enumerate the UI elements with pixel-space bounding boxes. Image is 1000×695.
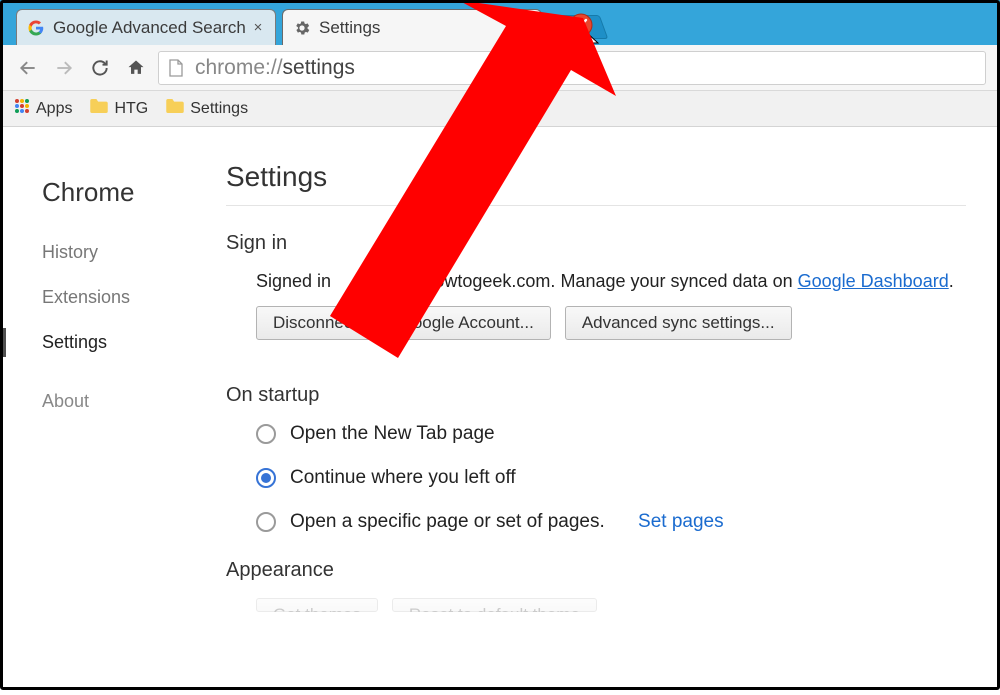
sidebar-item-extensions[interactable]: Extensions [42,287,210,308]
toolbar: chrome://settings [0,45,1000,91]
url-path: settings [283,56,355,80]
startup-option-continue[interactable]: Continue where you left off [256,467,966,489]
radio-icon [256,512,276,532]
home-button[interactable] [122,54,150,82]
signin-manage: Manage your synced data on [560,271,792,291]
omnibox[interactable]: chrome://settings [158,51,986,85]
google-favicon-icon [27,19,45,37]
bookmark-label: Apps [36,100,72,118]
tab-label: Settings [319,18,380,38]
folder-icon [166,99,184,118]
sidebar-brand: Chrome [42,177,210,208]
signin-email: @howtogeek.com. [406,271,555,291]
tab-strip: Google Advanced Search × Settings × [0,0,1000,45]
sidebar: Chrome History Extensions Settings About [0,147,210,690]
radio-icon [256,468,276,488]
tab-settings[interactable]: Settings × [282,9,542,45]
gear-icon [293,19,311,37]
bookmarks-bar: Apps HTG Settings [0,91,1000,127]
radio-label: Open a specific page or set of pages. [290,511,605,533]
google-dashboard-link[interactable]: Google Dashboard [798,271,949,291]
bookmark-settings[interactable]: Settings [166,99,248,118]
forward-button[interactable] [50,54,78,82]
close-tab-icon[interactable]: × [251,21,265,35]
page-icon [169,59,185,77]
signin-text: Signed in @howtogeek.com. Manage your sy… [256,271,966,292]
tab-label: Google Advanced Search [53,18,246,38]
startup-option-specific[interactable]: Open a specific page or set of pages. Se… [256,511,966,533]
disconnect-account-button[interactable]: Disconnect your Google Account... [256,306,551,340]
bookmark-label: HTG [114,100,148,118]
bookmark-htg[interactable]: HTG [90,99,148,118]
section-startup-heading: On startup [226,384,966,407]
settings-main: Settings Sign in Signed in @howtogeek.co… [210,147,990,690]
appearance-reset-button[interactable]: Reset to default theme [392,598,597,612]
new-tab-button[interactable] [552,15,609,39]
sidebar-item-history[interactable]: History [42,242,210,263]
tab-google-search[interactable]: Google Advanced Search × [16,9,276,45]
section-appearance-heading: Appearance [226,559,966,582]
set-pages-link[interactable]: Set pages [638,511,724,533]
apps-grid-icon [14,98,30,119]
sidebar-item-settings[interactable]: Settings [42,332,210,353]
back-button[interactable] [14,54,42,82]
reload-button[interactable] [86,54,114,82]
radio-label: Open the New Tab page [290,423,495,445]
radio-icon [256,424,276,444]
appearance-button[interactable]: Get themes [256,598,378,612]
page-title: Settings [226,161,966,206]
folder-icon [90,99,108,118]
sidebar-item-about[interactable]: About [42,391,210,412]
section-signin-heading: Sign in [226,232,966,255]
signin-prefix: Signed in [256,271,331,291]
bookmark-apps[interactable]: Apps [14,98,72,119]
content-area: Chrome History Extensions Settings About… [0,127,1000,690]
advanced-sync-button[interactable]: Advanced sync settings... [565,306,792,340]
url-scheme: chrome:// [195,56,283,80]
radio-label: Continue where you left off [290,467,516,489]
bookmark-label: Settings [190,100,248,118]
startup-option-newtab[interactable]: Open the New Tab page [256,423,966,445]
